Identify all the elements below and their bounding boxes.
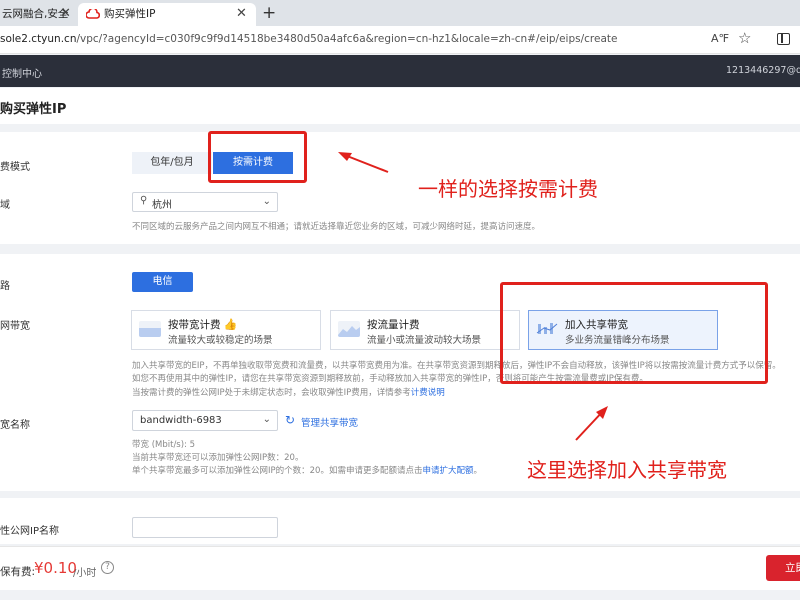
annotation-text-1: 一样的选择按需计费 <box>418 177 598 201</box>
annotation-text-2: 这里选择加入共享带宽 <box>527 458 727 482</box>
annotation-arrows <box>338 152 608 441</box>
